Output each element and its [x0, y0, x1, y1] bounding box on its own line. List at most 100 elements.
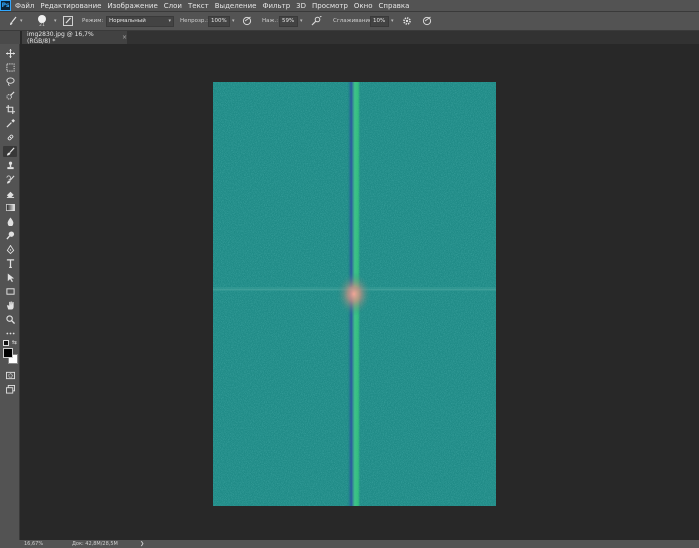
document-tab-bar: img2830.jpg @ 16,7% (RGB/8) * × — [22, 30, 699, 45]
blur-tool[interactable] — [3, 216, 17, 227]
shape-icon — [5, 288, 15, 295]
zoom-level[interactable]: 16,67% — [24, 541, 43, 547]
marquee-tool[interactable] — [3, 62, 17, 73]
lasso-icon — [5, 77, 15, 86]
swap-colors-icon[interactable]: ⇆ — [12, 339, 17, 346]
type-tool[interactable] — [3, 258, 17, 269]
menu-window[interactable]: Окно — [354, 2, 373, 10]
menu-view[interactable]: Просмотр — [312, 2, 348, 10]
gradient-tool[interactable] — [3, 202, 17, 213]
brush-icon — [6, 147, 15, 156]
photoshop-logo[interactable]: Ps — [0, 0, 11, 11]
status-menu-arrow[interactable]: ❯ — [140, 541, 144, 547]
more-tools[interactable] — [3, 328, 17, 339]
dodge-tool[interactable] — [3, 230, 17, 241]
path-select-icon — [7, 273, 14, 282]
color-swatches[interactable]: ⇆ — [2, 339, 18, 364]
mode-label: Режим: — [82, 18, 104, 24]
spectrum-center-glow — [336, 272, 372, 316]
eyedropper-tool[interactable] — [3, 118, 17, 129]
menu-image[interactable]: Изображение — [107, 2, 157, 10]
smoothing-label: Сглаживание: — [333, 18, 375, 24]
tools-panel: ⇆ — [0, 44, 20, 540]
menu-select[interactable]: Выделение — [215, 2, 257, 10]
pressure-size-toggle[interactable] — [422, 12, 432, 30]
document-tab-title: img2830.jpg @ 16,7% (RGB/8) * — [27, 30, 94, 45]
pressure-opacity-toggle[interactable] — [242, 12, 252, 30]
chevron-down-icon[interactable]: ▾ — [300, 18, 303, 24]
smoothing-settings-button[interactable] — [402, 12, 412, 30]
crop-tool[interactable] — [3, 104, 17, 115]
opacity-label: Непрозр.: — [180, 18, 208, 24]
tool-preset-picker[interactable]: ▾ — [8, 12, 23, 30]
eraser-icon — [6, 191, 14, 198]
document-size-info: Док: 42,8M/28,5M — [72, 541, 118, 547]
move-tool[interactable] — [3, 48, 17, 59]
brush-tip-icon — [38, 14, 46, 23]
quick-mask-tool[interactable] — [3, 370, 17, 381]
fft-spectrum-image — [213, 82, 496, 506]
stamp-icon — [6, 161, 14, 170]
toolbar-grip[interactable] — [0, 31, 20, 44]
menu-file[interactable]: Файл — [15, 2, 34, 10]
gear-icon — [403, 17, 411, 25]
chevron-down-icon[interactable]: ▾ — [232, 18, 235, 24]
crop-icon — [5, 105, 15, 114]
brush-size-picker[interactable]: 21 — [38, 12, 46, 30]
menu-help[interactable]: Справка — [379, 2, 410, 10]
canvas-area[interactable] — [22, 44, 699, 540]
mode-value: Нормальный — [109, 17, 146, 24]
zoom-icon — [5, 315, 15, 324]
history-brush-icon — [6, 175, 15, 184]
opacity-input[interactable]: 100% — [208, 15, 230, 27]
menu-bar: Ps Файл Редактирование Изображение Слои … — [0, 0, 699, 11]
brush-panel-toggle[interactable] — [63, 12, 73, 30]
healing-tool[interactable] — [3, 132, 17, 143]
mores-icon — [5, 332, 15, 335]
document-canvas[interactable] — [213, 82, 496, 506]
chevron-down-icon: ▾ — [168, 17, 171, 24]
close-icon[interactable]: × — [122, 34, 127, 41]
document-tab[interactable]: img2830.jpg @ 16,7% (RGB/8) * × — [22, 30, 127, 45]
chevron-down-icon: ▾ — [54, 18, 57, 24]
marquee-icon — [5, 63, 15, 72]
pressure-label: Наж.: — [262, 18, 279, 24]
brush-size-dropdown[interactable]: ▾ — [52, 12, 57, 30]
menu-type[interactable]: Текст — [188, 2, 209, 10]
menu-edit[interactable]: Редактирование — [40, 2, 101, 10]
gradient-icon — [5, 203, 15, 212]
mode-select[interactable]: Нормальный ▾ — [106, 15, 174, 27]
type-icon — [6, 259, 14, 268]
menu-layers[interactable]: Слои — [164, 2, 182, 10]
chevron-down-icon[interactable]: ▾ — [391, 18, 394, 24]
pen-tool[interactable] — [3, 244, 17, 255]
options-bar: ▾ 21 ▾ Режим: Нормальный ▾ Непрозр.: 100%… — [0, 11, 699, 31]
path-select-tool[interactable] — [3, 272, 17, 283]
brush-tool[interactable] — [3, 146, 17, 157]
smoothing-input[interactable]: 10% — [370, 15, 389, 27]
eraser-tool[interactable] — [3, 188, 17, 199]
quick-select-tool[interactable] — [3, 90, 17, 101]
dodge-icon — [5, 231, 14, 240]
pressure-opacity-icon — [242, 16, 252, 26]
foreground-color-swatch[interactable] — [3, 348, 13, 358]
lasso-tool[interactable] — [3, 76, 17, 87]
hand-icon — [6, 301, 14, 310]
screen-mode-tool[interactable] — [3, 384, 17, 395]
shape-tool[interactable] — [3, 286, 17, 297]
blur-icon — [7, 217, 13, 226]
healing-icon — [7, 134, 13, 141]
airbrush-toggle[interactable] — [311, 12, 322, 30]
brush-size-value: 21 — [39, 22, 45, 28]
screen-mode-icon — [5, 385, 15, 394]
menu-filter[interactable]: Фильтр — [262, 2, 290, 10]
quick-mask-icon — [5, 371, 15, 380]
hand-tool[interactable] — [3, 300, 17, 311]
history-brush-tool[interactable] — [3, 174, 17, 185]
pressure-input[interactable]: 59% — [279, 15, 298, 27]
pen-icon — [6, 245, 14, 254]
zoom-tool[interactable] — [3, 314, 17, 325]
stamp-tool[interactable] — [3, 160, 17, 171]
default-colors-icon[interactable] — [3, 340, 9, 346]
menu-3d[interactable]: 3D — [296, 2, 306, 10]
